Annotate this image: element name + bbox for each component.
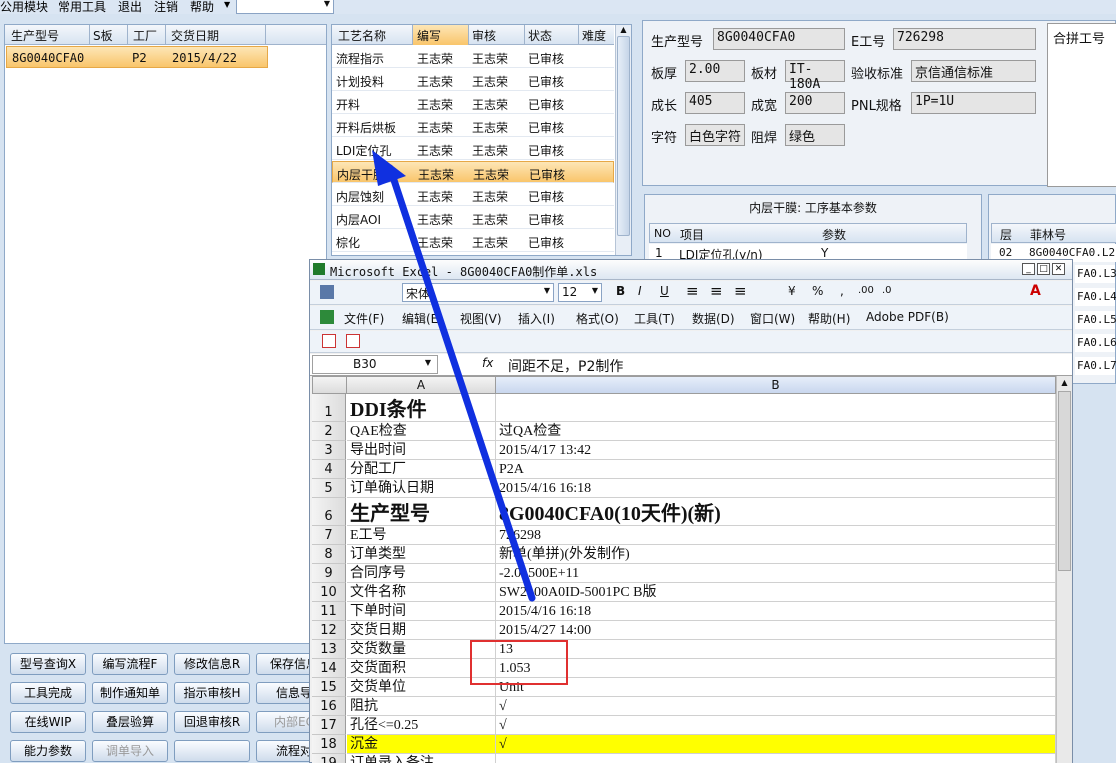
arrow-shaft bbox=[386, 164, 536, 602]
annotation-arrow bbox=[372, 150, 536, 602]
arrow-head bbox=[372, 150, 406, 186]
